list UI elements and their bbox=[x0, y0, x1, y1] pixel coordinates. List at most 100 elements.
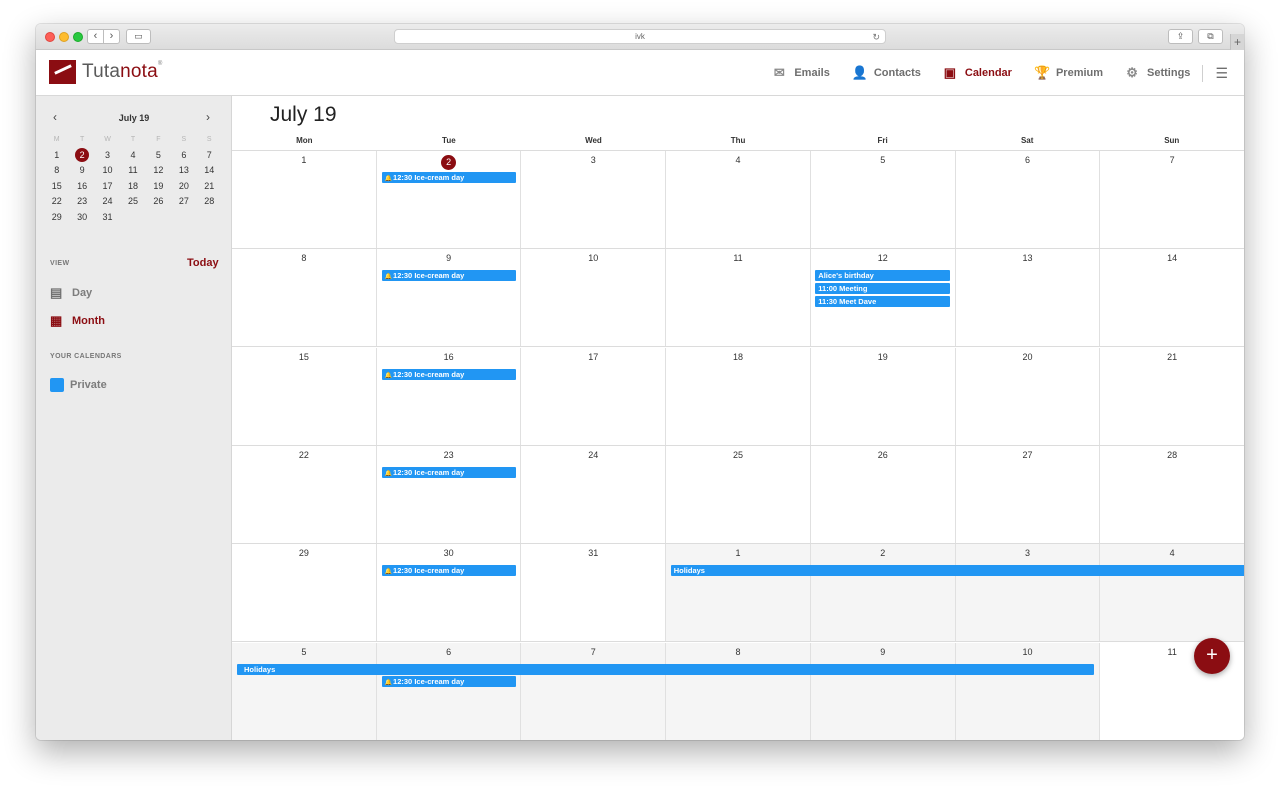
day-cell[interactable]: 20 bbox=[956, 347, 1101, 445]
day-cell[interactable]: 3 bbox=[955, 544, 1101, 642]
mini-day[interactable]: 14 bbox=[197, 163, 222, 179]
day-cell[interactable]: 30 bbox=[377, 544, 522, 642]
mini-day-today[interactable]: 2 bbox=[69, 147, 94, 164]
mini-day[interactable]: 26 bbox=[146, 194, 171, 210]
day-cell[interactable]: 21 bbox=[1100, 348, 1244, 445]
mini-day[interactable]: 22 bbox=[44, 194, 69, 210]
day-cell[interactable]: 10 bbox=[521, 249, 667, 347]
mini-day[interactable]: 9 bbox=[69, 163, 94, 179]
day-cell[interactable]: 3 bbox=[521, 151, 667, 248]
event-icecream[interactable]: 🔔12:30 Ice-cream day bbox=[381, 368, 517, 380]
nav-calendar[interactable]: ▣ Calendar bbox=[943, 65, 1012, 81]
reload-icon[interactable]: ↻ bbox=[872, 30, 880, 44]
view-month-button[interactable]: ▦ Month bbox=[50, 313, 105, 329]
day-cell[interactable]: 2 bbox=[377, 151, 522, 248]
nav-settings[interactable]: ⚙ Settings bbox=[1125, 65, 1190, 81]
nav-emails[interactable]: ✉ Emails bbox=[772, 65, 830, 81]
tutanota-logo[interactable]: Tutanota® bbox=[49, 60, 163, 84]
day-cell[interactable]: 10 bbox=[955, 642, 1101, 740]
day-cell[interactable]: 15 bbox=[232, 347, 377, 445]
day-cell[interactable]: 6 bbox=[376, 642, 522, 740]
mini-day[interactable]: 13 bbox=[171, 163, 196, 179]
mini-day[interactable]: 10 bbox=[95, 163, 120, 179]
close-window-button[interactable] bbox=[45, 32, 55, 42]
event-meeting[interactable]: 11:00 Meeting bbox=[815, 283, 950, 295]
event-icecream[interactable]: 🔔12:30 Ice-cream day bbox=[381, 675, 517, 687]
day-cell[interactable]: 13 bbox=[956, 249, 1101, 347]
mini-day[interactable]: 28 bbox=[197, 194, 222, 210]
new-tab-icon[interactable]: + bbox=[1230, 34, 1244, 50]
mini-day[interactable]: 5 bbox=[146, 148, 171, 164]
mini-day[interactable]: 3 bbox=[95, 148, 120, 164]
mini-day[interactable]: 19 bbox=[146, 179, 171, 195]
day-cell[interactable]: 8 bbox=[232, 249, 377, 347]
day-cell[interactable]: 16 bbox=[377, 347, 522, 445]
mini-day[interactable]: 29 bbox=[44, 210, 69, 226]
day-cell[interactable]: 4 bbox=[1100, 544, 1244, 642]
event-icecream[interactable]: 🔔12:30 Ice-cream day bbox=[381, 172, 517, 183]
nav-contacts[interactable]: 👤 Contacts bbox=[852, 65, 921, 81]
mini-day[interactable]: 31 bbox=[95, 210, 120, 226]
mini-day[interactable]: 23 bbox=[69, 194, 94, 210]
zoom-window-button[interactable] bbox=[73, 32, 83, 42]
mini-day[interactable]: 7 bbox=[197, 148, 222, 164]
mini-day[interactable]: 8 bbox=[44, 163, 69, 179]
event-birthday[interactable]: Alice's birthday bbox=[815, 270, 950, 282]
day-cell[interactable]: 23 bbox=[377, 445, 522, 543]
day-cell[interactable]: 29 bbox=[232, 544, 377, 642]
day-cell[interactable]: 1 bbox=[666, 544, 811, 642]
calendar-private[interactable]: Private bbox=[50, 378, 107, 392]
mini-day[interactable]: 4 bbox=[120, 148, 145, 164]
event-holidays[interactable]: Holidays bbox=[237, 663, 1095, 675]
day-cell[interactable]: 9 bbox=[377, 249, 522, 347]
day-cell[interactable]: 5 bbox=[232, 642, 377, 740]
event-dave[interactable]: 11:30 Meet Dave bbox=[815, 296, 950, 308]
tabs-icon[interactable]: ⧉ bbox=[1198, 29, 1223, 44]
event-holidays[interactable]: Holidays bbox=[670, 565, 1244, 577]
day-cell[interactable]: 31 bbox=[521, 544, 667, 642]
mini-day[interactable]: 12 bbox=[146, 163, 171, 179]
mini-day[interactable]: 27 bbox=[171, 194, 196, 210]
day-cell[interactable]: 2 bbox=[810, 544, 956, 642]
mini-day[interactable]: 21 bbox=[197, 179, 222, 195]
mini-day[interactable]: 6 bbox=[171, 148, 196, 164]
day-cell[interactable]: 6 bbox=[956, 151, 1101, 248]
forward-icon[interactable]: › bbox=[104, 30, 119, 43]
day-cell[interactable]: 25 bbox=[666, 445, 811, 543]
address-bar[interactable]: ivk ↻ bbox=[394, 29, 886, 44]
day-cell[interactable]: 11 bbox=[666, 249, 811, 347]
day-cell[interactable]: 17 bbox=[521, 347, 667, 445]
mini-day[interactable]: 25 bbox=[120, 194, 145, 210]
day-cell[interactable]: 7 bbox=[521, 642, 667, 740]
nav-premium[interactable]: 🏆 Premium bbox=[1034, 65, 1103, 81]
day-cell[interactable]: 1 bbox=[232, 151, 377, 248]
mini-day[interactable]: 24 bbox=[95, 194, 120, 210]
minimize-window-button[interactable] bbox=[59, 32, 69, 42]
back-icon[interactable]: ‹ bbox=[88, 30, 104, 43]
hamburger-menu-icon[interactable]: ☰ bbox=[1215, 65, 1228, 82]
sidebar-toggle-icon[interactable]: ▭ bbox=[126, 29, 151, 44]
mini-day[interactable]: 20 bbox=[171, 179, 196, 195]
mini-day[interactable]: 1 bbox=[44, 148, 69, 164]
event-icecream[interactable]: 🔔12:30 Ice-cream day bbox=[381, 270, 517, 282]
mini-day[interactable]: 11 bbox=[120, 163, 145, 179]
day-cell[interactable]: 28 bbox=[1100, 446, 1244, 543]
day-cell[interactable]: 7 bbox=[1100, 151, 1244, 248]
day-cell[interactable]: 27 bbox=[956, 445, 1101, 543]
event-icecream[interactable]: 🔔12:30 Ice-cream day bbox=[381, 466, 517, 478]
add-event-button[interactable]: + bbox=[1194, 638, 1230, 674]
mini-day[interactable]: 16 bbox=[69, 179, 94, 195]
day-cell[interactable]: 9 bbox=[810, 642, 956, 740]
mini-next-month-icon[interactable]: › bbox=[206, 110, 210, 124]
day-cell[interactable]: 5 bbox=[811, 151, 956, 248]
mini-day[interactable]: 30 bbox=[69, 210, 94, 226]
day-cell[interactable]: 26 bbox=[811, 445, 956, 543]
view-day-button[interactable]: ▤ Day bbox=[50, 285, 92, 301]
today-button[interactable]: Today bbox=[187, 257, 219, 269]
event-icecream[interactable]: 🔔12:30 Ice-cream day bbox=[381, 565, 517, 577]
day-cell[interactable]: 14 bbox=[1100, 249, 1244, 346]
mini-day[interactable]: 17 bbox=[95, 179, 120, 195]
day-cell[interactable]: 24 bbox=[521, 445, 667, 543]
day-cell[interactable]: 19 bbox=[811, 347, 956, 445]
day-cell[interactable]: 18 bbox=[666, 347, 811, 445]
